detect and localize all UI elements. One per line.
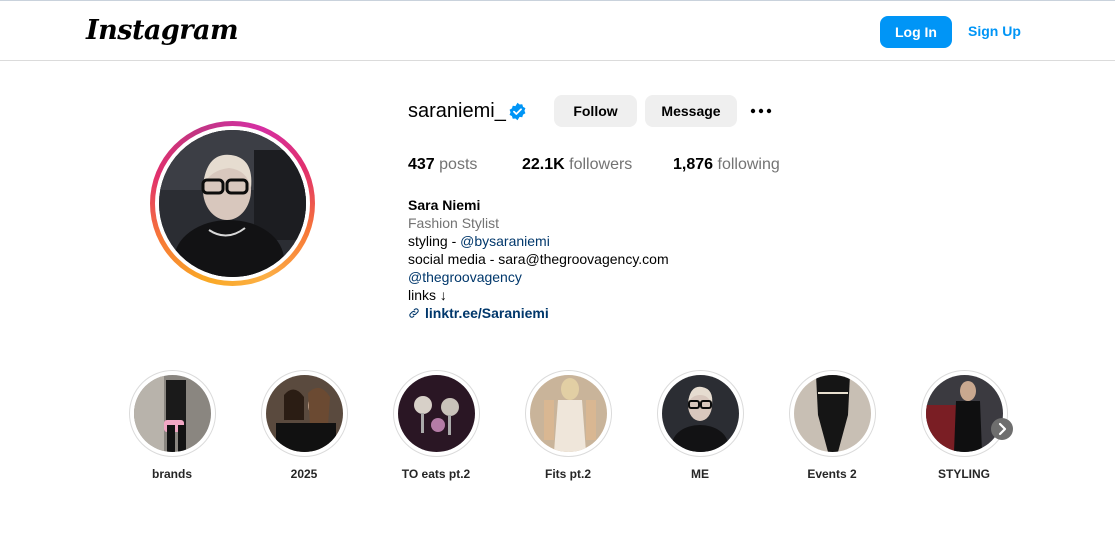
posts-label: posts <box>439 156 478 173</box>
external-link[interactable]: linktr.ee/Saraniemi <box>408 304 669 322</box>
highlight-item[interactable]: 2025 <box>259 370 349 481</box>
bysaraniemi-mention-link[interactable]: @bysaraniemi <box>460 233 550 249</box>
highlight-cover <box>524 370 612 457</box>
external-link-text: linktr.ee/Saraniemi <box>425 305 549 321</box>
avatar-frame <box>155 126 310 281</box>
link-icon <box>409 308 419 318</box>
bio-line-links: links ↓ <box>408 287 447 303</box>
following-label: following <box>717 156 780 173</box>
highlight-label: Fits pt.2 <box>544 467 591 481</box>
story-highlights-row: brands 2025 TO eats pt.2 Fits pt.2 ME Ev… <box>0 370 1115 490</box>
posts-count: 437 posts <box>408 156 477 174</box>
profile-username: saraniemi_ <box>408 100 506 122</box>
highlight-cover <box>656 370 744 457</box>
highlight-item[interactable]: ME <box>655 370 745 481</box>
followers-value: 22.1K <box>522 156 565 173</box>
full-name: Sara Niemi <box>408 197 481 213</box>
highlight-item[interactable]: Fits pt.2 <box>523 370 613 481</box>
thegroovagency-mention-link[interactable]: @thegroovagency <box>408 269 522 285</box>
highlight-cover <box>788 370 876 457</box>
highlight-item[interactable]: Events 2 <box>787 370 877 481</box>
highlight-label: TO eats pt.2 <box>401 467 471 481</box>
highlights-next-button[interactable] <box>991 418 1013 440</box>
highlight-label: 2025 <box>290 467 318 481</box>
followers-label: followers <box>569 156 633 173</box>
profile-avatar-photo <box>159 130 306 277</box>
category-label: Fashion Stylist <box>408 215 500 231</box>
highlight-cover <box>128 370 216 457</box>
top-navigation-bar: Instagram Log In Sign Up <box>0 0 1115 61</box>
highlight-cover <box>920 370 1008 457</box>
highlight-item[interactable]: brands <box>127 370 217 481</box>
followers-count[interactable]: 22.1K followers <box>522 156 632 174</box>
highlight-cover <box>260 370 348 457</box>
profile-avatar-story-ring[interactable] <box>150 121 315 286</box>
bio-line-styling-prefix: styling - <box>408 233 461 249</box>
highlight-label: brands <box>151 467 192 481</box>
highlight-label: STYLING <box>937 467 990 481</box>
message-button[interactable]: Message <box>645 95 737 127</box>
more-options-icon[interactable] <box>749 100 773 122</box>
highlight-item[interactable]: TO eats pt.2 <box>391 370 481 481</box>
following-value: 1,876 <box>673 156 714 173</box>
highlight-label: ME <box>691 467 709 481</box>
signup-link[interactable]: Sign Up <box>968 23 1021 39</box>
instagram-logo[interactable]: Instagram <box>86 15 239 46</box>
bio-line-styling: styling - @bysaraniemi <box>408 232 669 250</box>
posts-value: 437 <box>408 156 435 173</box>
login-button[interactable]: Log In <box>880 16 952 48</box>
profile-bio: Sara Niemi Fashion Stylist styling - @by… <box>408 196 669 322</box>
highlight-label: Events 2 <box>807 467 857 481</box>
following-count[interactable]: 1,876 following <box>673 156 780 174</box>
verified-badge-icon <box>509 102 526 121</box>
chevron-right-icon <box>998 422 1007 436</box>
bio-line-social-media: social media - sara@thegroovagency.com <box>408 251 669 267</box>
highlight-cover <box>392 370 480 457</box>
follow-button[interactable]: Follow <box>554 95 637 127</box>
